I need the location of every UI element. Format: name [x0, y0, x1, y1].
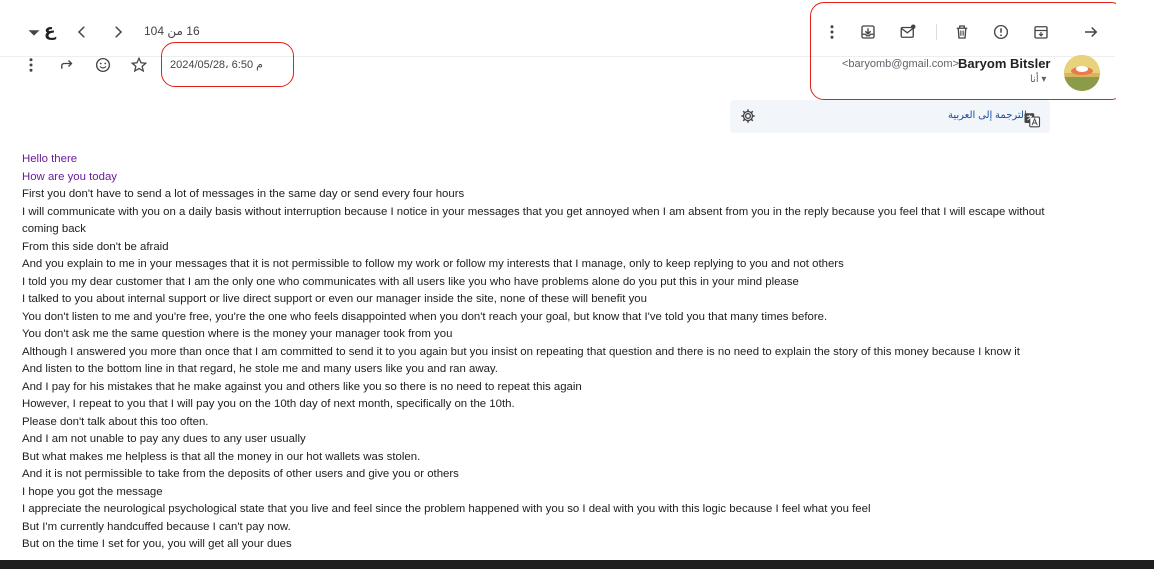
body-line: You don't ask me the same question where… [22, 328, 453, 340]
body-line: Although I answered you more than once t… [22, 345, 1020, 358]
body-line: I hope you got the message [22, 485, 163, 498]
body-line: And I pay for his mistakes that he make … [22, 380, 582, 393]
body-line: And it is not permissible to take from t… [22, 468, 459, 480]
body-line: I talked to you about internal support o… [22, 293, 647, 305]
translate-icon [1020, 108, 1044, 132]
body-line: You don't listen to me and you're free, … [22, 310, 828, 323]
translate-link[interactable]: الترجمة إلى العربية [948, 110, 1027, 121]
prev-chevron-icon[interactable] [70, 20, 94, 44]
body-line: And listen to the bottom line in that re… [22, 363, 498, 375]
body-line: But on the time I set for you, you will … [22, 538, 292, 550]
dropdown-arrow-icon[interactable] [22, 20, 46, 44]
body-line: And I am not unable to pay any dues to a… [22, 433, 306, 445]
body-line: I appreciate the neurological psychologi… [22, 503, 871, 515]
emoji-react-icon[interactable] [91, 53, 115, 77]
message-more-vert-icon[interactable] [19, 53, 43, 77]
body-line: But what makes me helpless is that all t… [22, 450, 421, 463]
message-body: Hello there How are you today First you do… [22, 151, 1082, 554]
reply-share-icon[interactable] [55, 53, 79, 77]
body-line: I told you my dear customer that I am th… [22, 275, 799, 288]
body-line: I will communicate with you on a daily b… [22, 205, 1045, 236]
body-line: First you don't have to send a lot of me… [22, 188, 465, 200]
pager-count: 16 من 104 [144, 24, 200, 38]
page-margin [1116, 0, 1154, 560]
body-line: How are you today [22, 170, 117, 183]
next-chevron-icon[interactable] [106, 20, 130, 44]
body-line: But I'm currently handcuffed because I c… [22, 520, 291, 533]
annotation-box-sender [810, 2, 1125, 100]
body-line: And you explain to me in your messages t… [22, 258, 844, 270]
gear-icon[interactable] [736, 104, 760, 128]
body-line: Please don't talk about this too often. [22, 415, 209, 428]
body-line: From this side don't be afraid [22, 240, 169, 253]
taskbar [0, 560, 1154, 569]
input-language-toggle[interactable]: ع [44, 21, 56, 41]
body-line: Hello there [22, 153, 78, 165]
star-icon[interactable] [127, 53, 151, 77]
body-line: However, I repeat to you that I will pay… [22, 398, 515, 410]
annotation-box-date [161, 42, 294, 87]
